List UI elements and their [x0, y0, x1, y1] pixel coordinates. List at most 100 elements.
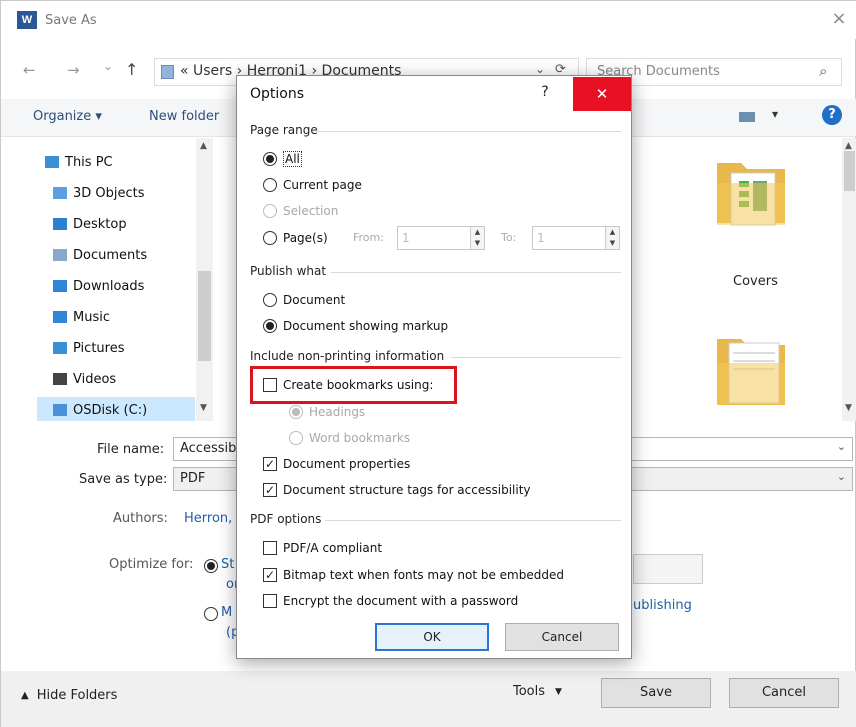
- options-dialog-title: Options: [250, 86, 305, 102]
- dialog-help-button[interactable]: ?: [535, 82, 555, 102]
- bitmap-text-checkbox[interactable]: ✓: [263, 568, 277, 582]
- sidebar-item-3d-objects[interactable]: 3D Objects: [53, 182, 145, 204]
- dialog-cancel-button[interactable]: Cancel: [505, 623, 619, 651]
- sidebar-item-videos[interactable]: Videos: [53, 368, 116, 390]
- publish-markup-radio[interactable]: [263, 319, 277, 333]
- optimize-minimum-radio[interactable]: [204, 607, 218, 621]
- encrypt-option[interactable]: Encrypt the document with a password: [263, 591, 518, 611]
- hide-folders-button[interactable]: ▲ Hide Folders: [21, 688, 117, 703]
- back-button[interactable]: ←: [23, 61, 36, 79]
- publishing-link[interactable]: ublishing: [633, 598, 692, 613]
- publish-document-label: Document: [283, 293, 346, 307]
- file-name-dropdown-icon[interactable]: ⌄: [837, 440, 846, 453]
- view-dropdown-icon[interactable]: ▾: [772, 107, 778, 121]
- sidebar-item-label: This PC: [65, 154, 113, 170]
- window-close-button[interactable]: ×: [827, 7, 851, 31]
- sidebar-item-osdisk-c[interactable]: OSDisk (C:): [53, 399, 147, 421]
- forward-button[interactable]: →: [67, 61, 80, 79]
- document-icon: [53, 249, 67, 261]
- save-type-dropdown-icon[interactable]: ⌄: [837, 470, 846, 483]
- ok-button[interactable]: OK: [375, 623, 489, 651]
- folder-covers-icon[interactable]: [713, 153, 789, 229]
- organize-button[interactable]: Organize ▾: [33, 109, 102, 124]
- doc-properties-label: Document properties: [283, 457, 411, 471]
- non-printing-heading: Include non-printing information: [250, 349, 445, 363]
- structure-tags-checkbox[interactable]: ✓: [263, 483, 277, 497]
- up-button[interactable]: ↑: [125, 60, 138, 79]
- create-bookmarks-option[interactable]: Create bookmarks using:: [263, 375, 433, 395]
- hide-folders-label: Hide Folders: [36, 688, 118, 703]
- optimize-standard-radio[interactable]: [204, 559, 218, 573]
- bookmarks-headings-option: Headings: [289, 402, 365, 422]
- structure-tags-option[interactable]: ✓ Document structure tags for accessibil…: [263, 480, 531, 500]
- address-dropdown-icon[interactable]: ⌄: [535, 62, 545, 76]
- title-bar: W Save As ×: [1, 1, 856, 39]
- sidebar-item-music[interactable]: Music: [53, 306, 110, 328]
- save-button[interactable]: Save: [601, 678, 711, 708]
- publish-document-radio[interactable]: [263, 293, 277, 307]
- disk-icon: [53, 404, 67, 416]
- from-spinner[interactable]: 1 ▲ ▼: [397, 226, 485, 250]
- sidebar-item-downloads[interactable]: Downloads: [53, 275, 144, 297]
- options-dialog: Options ? ✕ Page range All Current page …: [236, 75, 632, 659]
- bitmap-text-option[interactable]: ✓ Bitmap text when fonts may not be embe…: [263, 565, 564, 585]
- publish-markup-option[interactable]: Document showing markup: [263, 316, 448, 336]
- to-spinner-arrows[interactable]: ▲ ▼: [605, 227, 619, 249]
- authors-label: Authors:: [113, 511, 168, 526]
- encrypt-checkbox[interactable]: [263, 594, 277, 608]
- bottom-bar: [1, 671, 856, 727]
- pdfa-checkbox[interactable]: [263, 541, 277, 555]
- page-range-divider: [317, 131, 621, 132]
- file-name-label: File name:: [97, 442, 165, 457]
- folder-covers-label[interactable]: Covers: [733, 274, 778, 289]
- page-range-current-radio[interactable]: [263, 178, 277, 192]
- search-icon: ⌕: [819, 62, 828, 80]
- scroll-up-icon[interactable]: ▲: [200, 141, 207, 151]
- from-value: 1: [402, 231, 410, 245]
- scroll-up-icon[interactable]: ▲: [845, 141, 852, 151]
- publish-what-divider: [331, 272, 621, 273]
- pdf-options-heading: PDF options: [250, 512, 322, 526]
- page-range-selection-radio: [263, 204, 277, 218]
- options-button-area[interactable]: [633, 554, 703, 584]
- sidebar-item-label: Pictures: [73, 340, 125, 356]
- file-list-scroll-thumb[interactable]: [844, 151, 855, 191]
- tools-button[interactable]: Tools ▼: [513, 684, 562, 699]
- save-type-label: Save as type:: [79, 472, 168, 487]
- tools-dropdown-icon: ▼: [555, 686, 562, 697]
- help-icon[interactable]: ?: [822, 105, 842, 125]
- bitmap-text-label: Bitmap text when fonts may not be embedd…: [283, 568, 564, 582]
- doc-properties-option[interactable]: ✓ Document properties: [263, 454, 410, 474]
- bookmarks-headings-label: Headings: [309, 405, 366, 419]
- new-folder-button[interactable]: New folder: [149, 109, 219, 124]
- optimize-minimum-text: M: [221, 605, 233, 620]
- page-range-pages-radio[interactable]: [263, 231, 277, 245]
- sidebar-item-pictures[interactable]: Pictures: [53, 337, 124, 359]
- from-spinner-arrows[interactable]: ▲ ▼: [470, 227, 484, 249]
- page-range-current-option[interactable]: Current page: [263, 175, 362, 195]
- recent-locations-button[interactable]: ⌄: [103, 59, 113, 73]
- page-range-selection-label: Selection: [283, 204, 339, 218]
- chevron-up-icon: ▲: [21, 690, 29, 701]
- sidebar-item-desktop[interactable]: Desktop: [53, 213, 127, 235]
- create-bookmarks-checkbox[interactable]: [263, 378, 277, 392]
- to-spinner[interactable]: 1 ▲ ▼: [532, 226, 620, 250]
- scroll-down-icon[interactable]: ▼: [200, 403, 207, 413]
- folder-spreadsheet-icon[interactable]: [713, 329, 789, 405]
- page-range-all-radio[interactable]: [263, 152, 277, 166]
- bookmarks-word-label: Word bookmarks: [309, 431, 411, 445]
- scroll-down-icon[interactable]: ▼: [845, 403, 852, 413]
- pdfa-option[interactable]: PDF/A compliant: [263, 538, 382, 558]
- view-options-icon[interactable]: [739, 112, 755, 122]
- cancel-button[interactable]: Cancel: [729, 678, 839, 708]
- publish-markup-label: Document showing markup: [283, 319, 449, 333]
- sidebar-item-this-pc[interactable]: This PC: [45, 151, 113, 173]
- doc-properties-checkbox[interactable]: ✓: [263, 457, 277, 471]
- navigation-scroll-thumb[interactable]: [198, 271, 211, 361]
- authors-value[interactable]: Herron,: [184, 511, 232, 526]
- sidebar-item-documents[interactable]: Documents: [53, 244, 147, 266]
- dialog-close-button[interactable]: ✕: [573, 77, 631, 111]
- page-range-all-option[interactable]: All: [263, 149, 302, 169]
- publish-document-option[interactable]: Document: [263, 290, 345, 310]
- page-range-pages-option[interactable]: Page(s): [263, 228, 328, 248]
